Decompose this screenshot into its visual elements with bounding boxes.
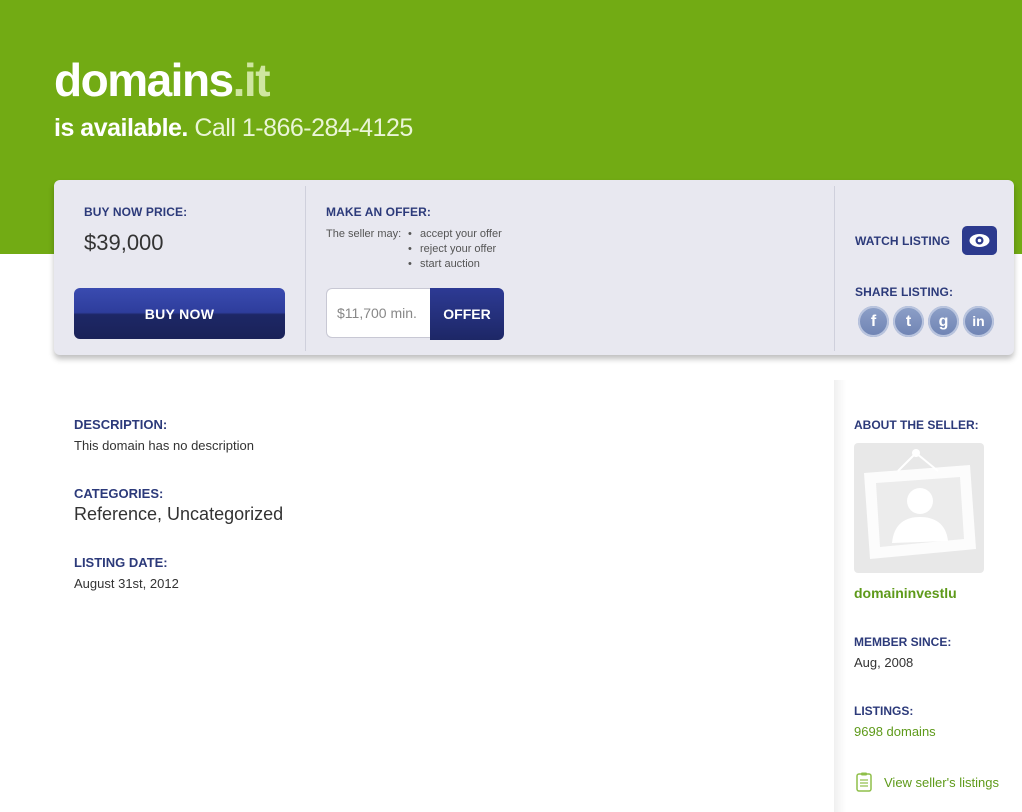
member-since-value: Aug, 2008: [854, 655, 914, 670]
watch-listing-link[interactable]: WATCH LISTING: [855, 234, 950, 248]
description-text: This domain has no description: [74, 438, 254, 453]
about-seller-label: ABOUT THE SELLER:: [854, 418, 979, 432]
buy-now-price: $39,000: [84, 230, 164, 255]
facebook-icon[interactable]: f: [858, 306, 889, 337]
domain-title: domains.it: [54, 50, 271, 110]
domain-tld: .it: [232, 54, 271, 106]
panel-divider: [305, 186, 306, 351]
google-plus-icon[interactable]: g: [928, 306, 959, 337]
listings-count-link[interactable]: 9698 domains: [854, 724, 936, 739]
listings-label: LISTINGS:: [854, 704, 914, 718]
member-since-label: MEMBER SINCE:: [854, 635, 952, 649]
offer-amount-input[interactable]: [326, 288, 430, 338]
seller-username-link[interactable]: domaininvestlu: [854, 585, 957, 601]
listing-date-text: August 31st, 2012: [74, 576, 179, 591]
clipboard-icon: [856, 772, 872, 797]
buy-now-price-label: BUY NOW PRICE:: [84, 205, 188, 219]
view-seller-listings-link[interactable]: View seller's listings: [884, 775, 999, 790]
available-text: is available.: [54, 114, 188, 142]
seller-option-reject: reject your offer: [408, 242, 502, 257]
offer-button[interactable]: OFFER: [430, 288, 504, 340]
linkedin-icon[interactable]: in: [963, 306, 994, 337]
categories-text: Reference, Uncategorized: [74, 504, 284, 524]
make-offer-label: MAKE AN OFFER:: [326, 205, 431, 219]
domain-name: domains: [54, 54, 234, 106]
eye-icon: [969, 234, 990, 247]
watch-listing-button[interactable]: [962, 226, 997, 255]
user-placeholder-icon: [864, 449, 976, 559]
twitter-icon[interactable]: t: [893, 306, 924, 337]
panel-divider: [834, 186, 835, 351]
categories-label: CATEGORIES:: [74, 486, 164, 501]
purchase-panel: BUY NOW PRICE: $39,000 BUY NOW MAKE AN O…: [54, 180, 1014, 355]
seller-avatar: [854, 443, 984, 573]
call-phone-text: Call 1-866-284-4125: [194, 114, 413, 142]
buy-now-button[interactable]: BUY NOW: [74, 288, 285, 339]
seller-may-text: The seller may:: [326, 228, 402, 240]
availability-line: is available. Call 1-866-284-4125: [54, 112, 413, 144]
seller-option-auction: start auction: [408, 257, 502, 272]
description-label: DESCRIPTION:: [74, 417, 168, 432]
seller-option-accept: accept your offer: [408, 227, 502, 242]
seller-options-list: accept your offer reject your offer star…: [408, 227, 502, 272]
listing-date-label: LISTING DATE:: [74, 555, 168, 570]
share-listing-label: SHARE LISTING:: [855, 285, 954, 299]
